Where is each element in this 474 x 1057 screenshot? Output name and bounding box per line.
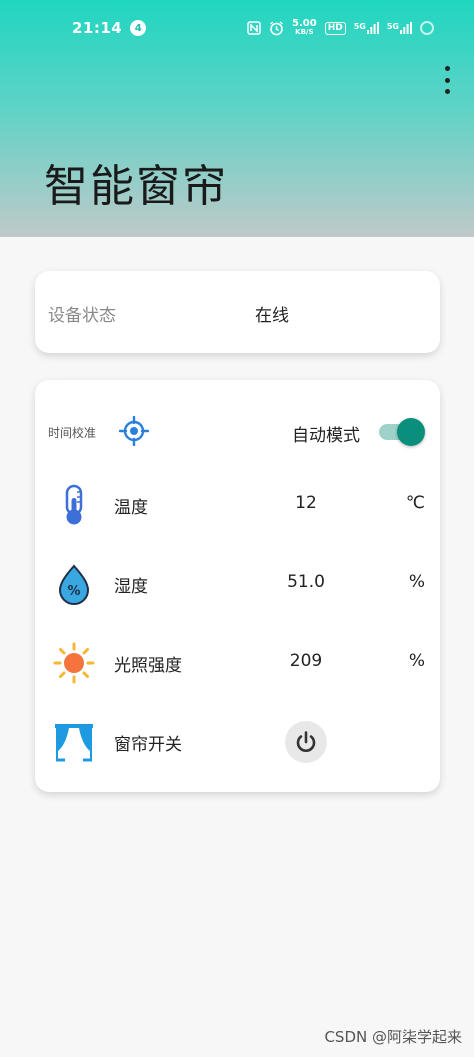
svg-text:%: % <box>67 584 80 599</box>
thermometer-icon <box>65 484 83 525</box>
sensor-value: 51.0 <box>287 572 325 592</box>
curtain-icon <box>55 724 93 762</box>
sensor-unit: ℃ <box>405 493 425 513</box>
sensor-row-temperature: 温度 12 ℃ <box>35 479 440 529</box>
signal-5g-1: 5G <box>354 22 379 34</box>
switch-thumb <box>397 418 425 446</box>
control-header-row: 时间校准 自动模式 <box>35 410 440 454</box>
signal-label-2: 5G <box>386 22 399 31</box>
device-status-label: 设备状态 <box>48 306 116 326</box>
watermark: CSDN @阿柒学起来 <box>324 1028 462 1046</box>
curtain-switch-row: 窗帘开关 <box>35 716 440 766</box>
nfc-icon <box>247 21 261 35</box>
auto-mode-switch[interactable] <box>379 418 425 446</box>
app-header: 21:14 4 5.00 KB/S HD 5G 5G 智能窗帘 <box>0 0 474 237</box>
sensor-value: 12 <box>295 493 317 513</box>
sensor-label: 温度 <box>114 498 148 518</box>
sensor-unit: % <box>408 572 425 592</box>
battery-ring-icon <box>420 21 434 35</box>
sun-icon <box>53 642 95 684</box>
status-bar: 21:14 4 5.00 KB/S HD 5G 5G <box>0 0 474 56</box>
sensor-row-humidity: % 湿度 51.0 % <box>35 558 440 608</box>
auto-mode-label: 自动模式 <box>292 426 360 446</box>
device-status-value: 在线 <box>255 306 289 326</box>
crosshair-target-icon[interactable] <box>119 416 149 446</box>
power-icon <box>296 731 316 752</box>
time-sync-label: 时间校准 <box>48 426 97 440</box>
status-time: 21:14 <box>72 19 123 37</box>
power-button[interactable] <box>285 721 327 763</box>
sensor-unit: % <box>408 651 425 671</box>
sensor-label: 光照强度 <box>114 656 182 676</box>
signal-label-1: 5G <box>353 22 366 31</box>
sensor-label: 湿度 <box>114 577 148 597</box>
signal-5g-2: 5G <box>387 22 412 34</box>
hd-badge: HD <box>324 21 346 35</box>
humidity-drop-icon: % <box>58 564 90 605</box>
net-speed-value: 5.00 <box>292 18 317 29</box>
alarm-icon <box>270 20 283 35</box>
sensor-row-light: 光照强度 209 % <box>35 637 440 687</box>
control-card: 时间校准 自动模式 温度 12 ℃ % 湿度 51.0 % 光照强度 209 %… <box>35 380 440 792</box>
more-vert-icon[interactable] <box>440 66 454 94</box>
curtain-switch-label: 窗帘开关 <box>114 735 182 755</box>
sensor-value: 209 <box>289 651 323 671</box>
notification-badge: 4 <box>130 20 147 36</box>
page-title: 智能窗帘 <box>44 161 228 212</box>
signal-bars-icon <box>400 22 412 34</box>
signal-bars-icon <box>366 22 379 34</box>
status-icons: 5.00 KB/S HD 5G 5G <box>247 19 434 37</box>
net-speed: 5.00 KB/S <box>292 19 317 37</box>
net-speed-unit: KB/S <box>295 28 314 36</box>
device-status-card: 设备状态 在线 <box>35 271 440 353</box>
